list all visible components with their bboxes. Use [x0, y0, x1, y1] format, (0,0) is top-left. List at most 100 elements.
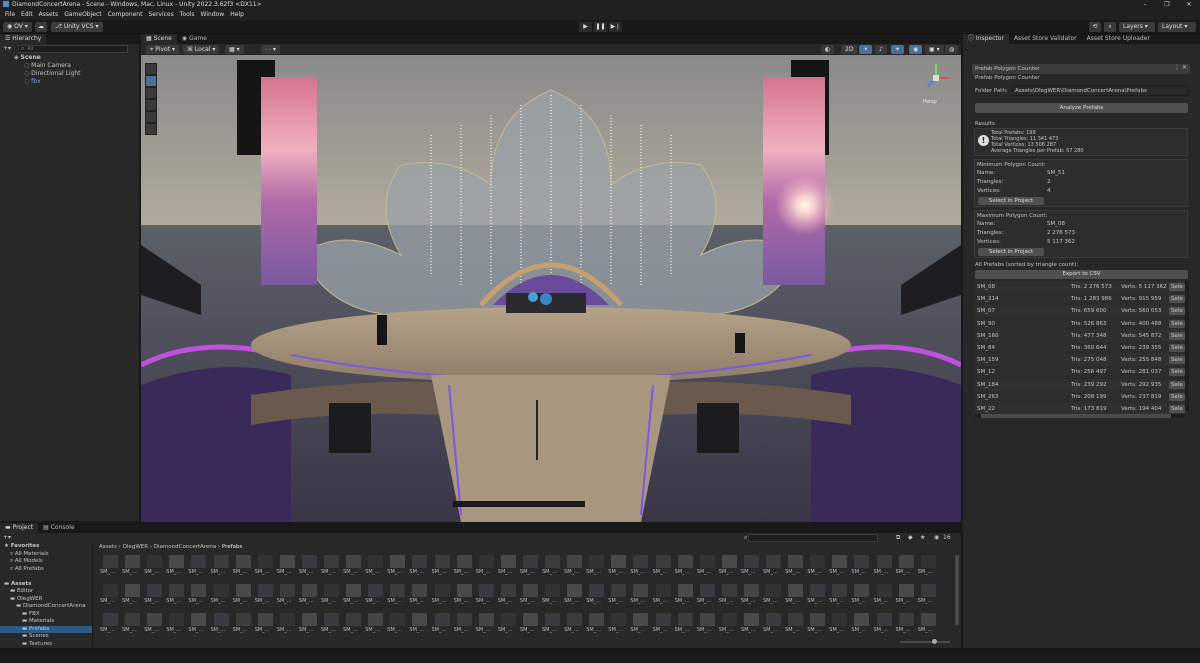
asset-tile[interactable]: SM_...: [829, 613, 851, 637]
asset-tile[interactable]: SM_...: [122, 555, 144, 579]
asset-tile[interactable]: SM_...: [365, 584, 387, 608]
asset-tile[interactable]: SM_...: [719, 555, 741, 579]
visibility-count-icon[interactable]: ◉: [934, 534, 939, 541]
asset-tile[interactable]: SM_...: [719, 613, 741, 637]
asset-tile[interactable]: SM_...: [697, 584, 719, 608]
asset-tile[interactable]: SM_...: [365, 613, 387, 637]
asset-tile[interactable]: SM_...: [586, 613, 608, 637]
prefab-select-button[interactable]: Sele: [1169, 319, 1185, 328]
step-button[interactable]: ▶❘: [609, 22, 622, 32]
asset-tile[interactable]: SM_...: [233, 613, 255, 637]
asset-tile[interactable]: SM_...: [211, 555, 233, 579]
effects-toggle[interactable]: ✦: [891, 45, 905, 54]
asset-tile[interactable]: SM_...: [100, 555, 122, 579]
asset-tile[interactable]: SM_...: [608, 584, 630, 608]
asset-tile[interactable]: SM_...: [564, 613, 586, 637]
asset-tile[interactable]: SM_...: [608, 555, 630, 579]
minimize-icon[interactable]: –: [1134, 0, 1156, 10]
menu-edit[interactable]: Edit: [18, 10, 36, 20]
play-button[interactable]: ▶: [579, 22, 592, 32]
asset-tile[interactable]: SM_...: [874, 613, 896, 637]
asset-tile[interactable]: SM_...: [299, 584, 321, 608]
close-icon[interactable]: ✕: [1178, 0, 1200, 10]
asset-tile[interactable]: SM_...: [719, 584, 741, 608]
scene-viewport[interactable]: Persp: [141, 55, 961, 522]
lighting-toggle[interactable]: ☀: [859, 45, 873, 54]
project-tree-item[interactable]: ⌕ All Models: [0, 558, 92, 566]
asset-tile[interactable]: SM_...: [432, 613, 454, 637]
asset-tile[interactable]: SM_...: [211, 613, 233, 637]
favorite-icon[interactable]: ★: [920, 534, 925, 541]
account-button[interactable]: ◉ OV ▾: [3, 22, 32, 32]
asset-tile[interactable]: SM_...: [896, 613, 918, 637]
asset-tile[interactable]: SM_...: [166, 613, 188, 637]
prefab-select-button[interactable]: Sele: [1169, 295, 1185, 304]
prefab-select-button[interactable]: Sele: [1169, 356, 1185, 365]
asset-tile[interactable]: SM_...: [564, 584, 586, 608]
cloud-button[interactable]: ☁: [35, 22, 47, 32]
asset-tile[interactable]: SM_...: [188, 584, 210, 608]
menu-file[interactable]: File: [2, 10, 18, 20]
zoom-slider[interactable]: [900, 639, 950, 644]
scale-tool[interactable]: [145, 99, 157, 111]
project-tree-item[interactable]: ⌕ All Prefabs: [0, 566, 92, 574]
project-tree-item[interactable]: ▬ Scenes: [0, 633, 92, 641]
asset-tile[interactable]: SM_...: [255, 613, 277, 637]
label-icon[interactable]: ◆: [908, 534, 913, 541]
asset-tile[interactable]: SM_...: [454, 555, 476, 579]
asset-tile[interactable]: SM_...: [918, 613, 940, 637]
asset-tile[interactable]: SM_...: [321, 584, 343, 608]
asset-tile[interactable]: SM_...: [807, 555, 829, 579]
tool-window-tab[interactable]: Prefab Polygon Counter: [975, 66, 1040, 72]
hierarchy-search-input[interactable]: [18, 45, 128, 53]
layout-dropdown[interactable]: Layout ▾: [1158, 22, 1196, 32]
asset-tile[interactable]: SM_...: [741, 613, 763, 637]
asset-tile[interactable]: SM_...: [144, 613, 166, 637]
menu-tools[interactable]: Tools: [177, 10, 198, 20]
asset-tile[interactable]: SM_...: [409, 584, 431, 608]
tab-asset-store-uploader[interactable]: Asset Store Uploader: [1082, 34, 1155, 44]
asset-tile[interactable]: SM_...: [763, 555, 785, 579]
asset-tile[interactable]: SM_...: [630, 555, 652, 579]
asset-tile[interactable]: SM_...: [763, 584, 785, 608]
asset-tile[interactable]: SM_...: [387, 584, 409, 608]
asset-tile[interactable]: SM_...: [211, 584, 233, 608]
prefab-select-button[interactable]: Sele: [1169, 331, 1185, 340]
asset-tile[interactable]: SM_...: [874, 584, 896, 608]
filter-icon[interactable]: ⧉: [896, 534, 900, 542]
asset-tile[interactable]: SM_...: [188, 555, 210, 579]
asset-tile[interactable]: SM_...: [277, 613, 299, 637]
asset-tile[interactable]: SM_...: [653, 584, 675, 608]
breadcrumb-item[interactable]: DiamondConcertArena: [154, 544, 217, 550]
asset-tile[interactable]: SM_...: [476, 613, 498, 637]
asset-tile[interactable]: SM_...: [277, 555, 299, 579]
analyze-prefabs-button[interactable]: Analyze Prefabs: [975, 103, 1188, 113]
project-tree-item[interactable]: ▬ Prefabs: [0, 625, 92, 633]
asset-tile[interactable]: SM_...: [498, 555, 520, 579]
asset-tile[interactable]: SM_...: [851, 613, 873, 637]
asset-tile[interactable]: SM_...: [807, 613, 829, 637]
add-icon[interactable]: +▾: [3, 534, 11, 541]
menu-gameobject[interactable]: GameObject: [61, 10, 104, 20]
asset-tile[interactable]: SM_...: [630, 584, 652, 608]
hierarchy-item[interactable]: ◈ Scene: [0, 54, 139, 62]
rect-tool[interactable]: [145, 111, 157, 123]
project-tree-item[interactable]: ▬ Textures: [0, 641, 92, 649]
asset-tile[interactable]: SM_...: [874, 555, 896, 579]
asset-tile[interactable]: SM_...: [520, 555, 542, 579]
tab-game[interactable]: ◉ Game: [177, 34, 212, 44]
asset-tile[interactable]: SM_...: [409, 555, 431, 579]
camera-button[interactable]: ▣ ▾: [925, 45, 944, 54]
asset-tile[interactable]: SM_...: [277, 584, 299, 608]
breadcrumb-item[interactable]: Prefabs: [222, 544, 242, 550]
menu-window[interactable]: Window: [198, 10, 228, 20]
asset-tile[interactable]: SM_...: [343, 584, 365, 608]
hierarchy-item[interactable]: ◌ Directional Light: [0, 70, 139, 78]
maximize-icon[interactable]: ❐: [1156, 0, 1178, 10]
hierarchy-item[interactable]: ◌ Main Camera: [0, 62, 139, 70]
asset-tile[interactable]: SM_...: [675, 555, 697, 579]
tab-scene[interactable]: ▦ Scene: [141, 34, 177, 44]
prefab-select-button[interactable]: Sele: [1169, 307, 1185, 316]
asset-tile[interactable]: SM_...: [653, 613, 675, 637]
list-scrollbar[interactable]: [1185, 281, 1189, 411]
